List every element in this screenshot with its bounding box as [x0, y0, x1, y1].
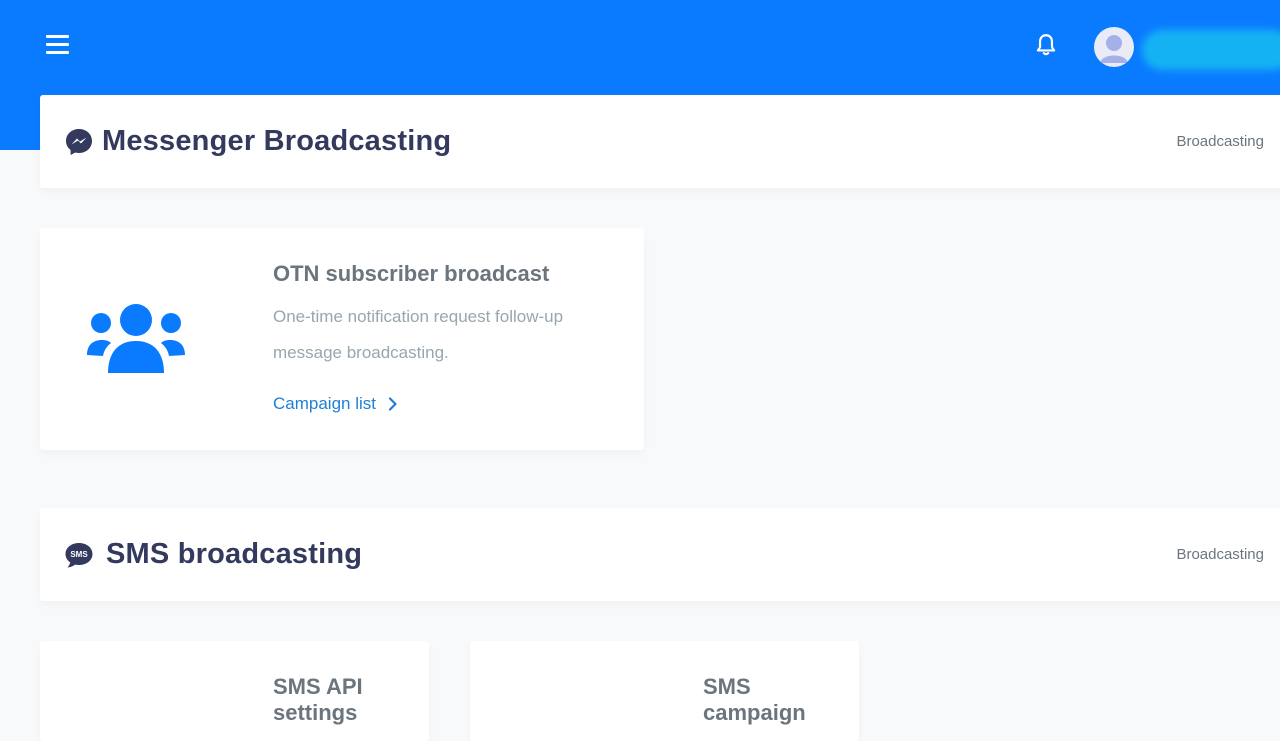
card-title-line2: campaign — [703, 700, 806, 725]
sms-broadcasting-header: SMS SMS broadcasting Broadcasting — [40, 508, 1280, 601]
campaign-list-label: Campaign list — [273, 394, 376, 413]
card-title-line2: settings — [273, 700, 358, 725]
breadcrumb[interactable]: Broadcasting — [1176, 133, 1264, 150]
sms-api-settings-card: SMS API settings — [40, 641, 429, 741]
bell-icon[interactable] — [1033, 32, 1059, 58]
card-description-line1: One-time notification request follow-up — [273, 307, 564, 326]
card-title-line1: SMS API — [273, 674, 363, 699]
campaign-list-link[interactable]: Campaign list — [273, 394, 398, 414]
username-redacted[interactable] — [1142, 30, 1280, 70]
section-title: SMS broadcasting — [106, 538, 363, 570]
sms-icon: SMS — [65, 543, 93, 568]
breadcrumb[interactable]: Broadcasting — [1176, 546, 1264, 563]
chevron-right-icon — [388, 397, 397, 411]
avatar-silhouette-icon — [1100, 35, 1128, 63]
user-avatar[interactable] — [1094, 27, 1134, 67]
svg-text:SMS: SMS — [70, 550, 88, 559]
messenger-broadcasting-header: Messenger Broadcasting Broadcasting — [40, 95, 1280, 188]
messenger-icon — [66, 129, 92, 155]
otn-broadcast-card: OTN subscriber broadcast One-time notifi… — [40, 228, 644, 450]
hamburger-icon[interactable] — [46, 35, 69, 55]
card-title: OTN subscriber broadcast — [273, 261, 550, 286]
users-group-icon — [87, 304, 185, 373]
sms-campaign-card: SMS campaign — [470, 641, 859, 741]
page-title: Messenger Broadcasting — [102, 125, 452, 157]
card-title-line1: SMS — [703, 674, 751, 699]
card-description-line2: message broadcasting. — [273, 343, 449, 362]
